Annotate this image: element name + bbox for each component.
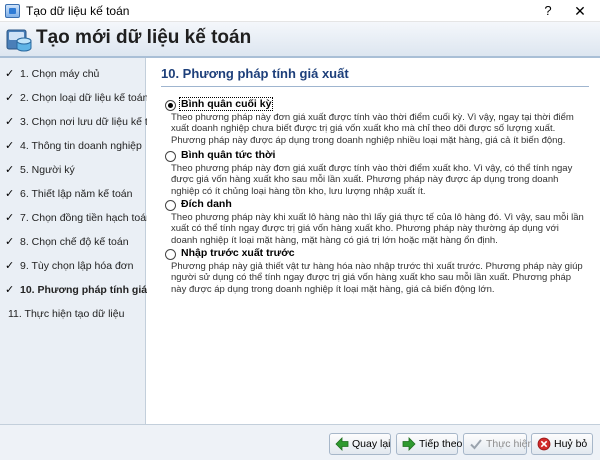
check-icon: ✓ — [5, 284, 15, 296]
step-company-info[interactable]: ✓ 4. Thông tin doanh nghiệp — [0, 134, 146, 158]
check-icon: ✓ — [5, 116, 15, 128]
step-label: 3. Chọn nơi lưu dữ liệu kế toán — [20, 116, 166, 128]
step-create-data[interactable]: 11. Thực hiện tạo dữ liệu — [0, 302, 146, 326]
step-label: 8. Chọn chế độ kế toán — [20, 236, 129, 248]
check-icon: ✓ — [5, 140, 15, 152]
arrow-right-icon — [402, 437, 416, 451]
check-icon: ✓ — [5, 68, 15, 80]
check-icon: ✓ — [5, 260, 15, 272]
cancel-button[interactable]: Huỷ bỏ — [531, 433, 593, 455]
check-icon: ✓ — [5, 212, 15, 224]
step-label: 1. Chọn máy chủ — [20, 68, 100, 80]
step-fiscal-year[interactable]: ✓ 6. Thiết lập năm kế toán — [0, 182, 146, 206]
wizard-header: Tạo mới dữ liệu kế toán — [0, 22, 600, 58]
step-label: 6. Thiết lập năm kế toán — [20, 188, 133, 200]
checkmark-icon — [470, 439, 482, 450]
step-label: 2. Chọn loại dữ liệu kế toán — [20, 92, 149, 104]
step-costing-method[interactable]: ✓ 10. Phương pháp tính giá xuất — [0, 278, 172, 302]
check-icon: ✓ — [5, 92, 15, 104]
close-button[interactable]: ✕ — [568, 1, 592, 21]
option-description: Theo phương pháp này đơn giá xuất được t… — [171, 112, 574, 146]
wizard-footer: Quay lại Tiếp theo Thực hiện Huỷ bỏ — [0, 424, 600, 460]
option-label[interactable]: Bình quân cuối kỳ — [178, 97, 274, 111]
option-label[interactable]: Nhập trước xuất trước — [180, 247, 296, 259]
step-choose-server[interactable]: ✓ 1. Chọn máy chủ — [0, 62, 146, 86]
step-accounting-regime[interactable]: ✓ 8. Chọn chế độ kế toán — [0, 230, 146, 254]
step-label: 4. Thông tin doanh nghiệp — [20, 140, 142, 152]
next-button-label: Tiếp theo — [419, 438, 463, 450]
title-divider — [161, 86, 589, 87]
step-storage-location[interactable]: ✓ 3. Chọn nơi lưu dữ liệu kế toán — [0, 110, 165, 134]
wizard-title: Tạo mới dữ liệu kế toán — [36, 27, 252, 48]
cancel-icon — [537, 437, 551, 451]
costing-method-panel: 10. Phương pháp tính giá xuất Bình quân … — [147, 58, 600, 424]
radio-button[interactable] — [165, 249, 176, 260]
step-data-type[interactable]: ✓ 2. Chọn loại dữ liệu kế toán — [0, 86, 149, 110]
step-label: 5. Người ký — [20, 164, 75, 176]
check-icon: ✓ — [5, 164, 15, 176]
check-icon: ✓ — [5, 188, 15, 200]
window-title: Tạo dữ liệu kế toán — [26, 4, 130, 18]
window-title-bar: Tạo dữ liệu kế toán ? ✕ — [0, 0, 600, 22]
next-button[interactable]: Tiếp theo — [396, 433, 462, 455]
arrow-left-icon — [335, 437, 349, 451]
step-currency[interactable]: ✓ 7. Chọn đồng tiền hạch toán — [0, 206, 152, 230]
step-invoice-options[interactable]: ✓ 9. Tùy chọn lập hóa đơn — [0, 254, 146, 278]
help-button[interactable]: ? — [538, 1, 558, 21]
option-description: Theo phương pháp này đơn giá xuất được t… — [171, 163, 573, 197]
back-button[interactable]: Quay lại — [329, 433, 391, 455]
back-button-label: Quay lại — [352, 438, 391, 450]
database-wizard-icon — [6, 29, 32, 52]
step-label: 11. Thực hiện tạo dữ liệu — [8, 308, 125, 320]
app-icon — [5, 4, 20, 18]
radio-button[interactable] — [165, 151, 176, 162]
radio-button[interactable] — [165, 100, 176, 111]
cancel-button-label: Huỷ bỏ — [554, 438, 588, 450]
page-title: 10. Phương pháp tính giá xuất — [161, 66, 349, 81]
step-label: 9. Tùy chọn lập hóa đơn — [20, 260, 134, 272]
option-description: Theo phương pháp này khi xuất lô hàng nà… — [171, 212, 584, 246]
option-label[interactable]: Đích danh — [180, 198, 233, 210]
execute-button-label: Thực hiện — [486, 438, 534, 450]
step-label: 7. Chọn đồng tiền hạch toán — [20, 212, 152, 224]
check-icon: ✓ — [5, 236, 15, 248]
wizard-steps-sidebar: ✓ 1. Chọn máy chủ ✓ 2. Chọn loại dữ liệu… — [0, 58, 172, 424]
execute-button[interactable]: Thực hiện — [463, 433, 533, 455]
radio-button[interactable] — [165, 200, 176, 211]
option-description: Phương pháp này giả thiết vật tư hàng hó… — [171, 261, 583, 295]
step-signers[interactable]: ✓ 5. Người ký — [0, 158, 146, 182]
option-label[interactable]: Bình quân tức thời — [180, 149, 276, 161]
